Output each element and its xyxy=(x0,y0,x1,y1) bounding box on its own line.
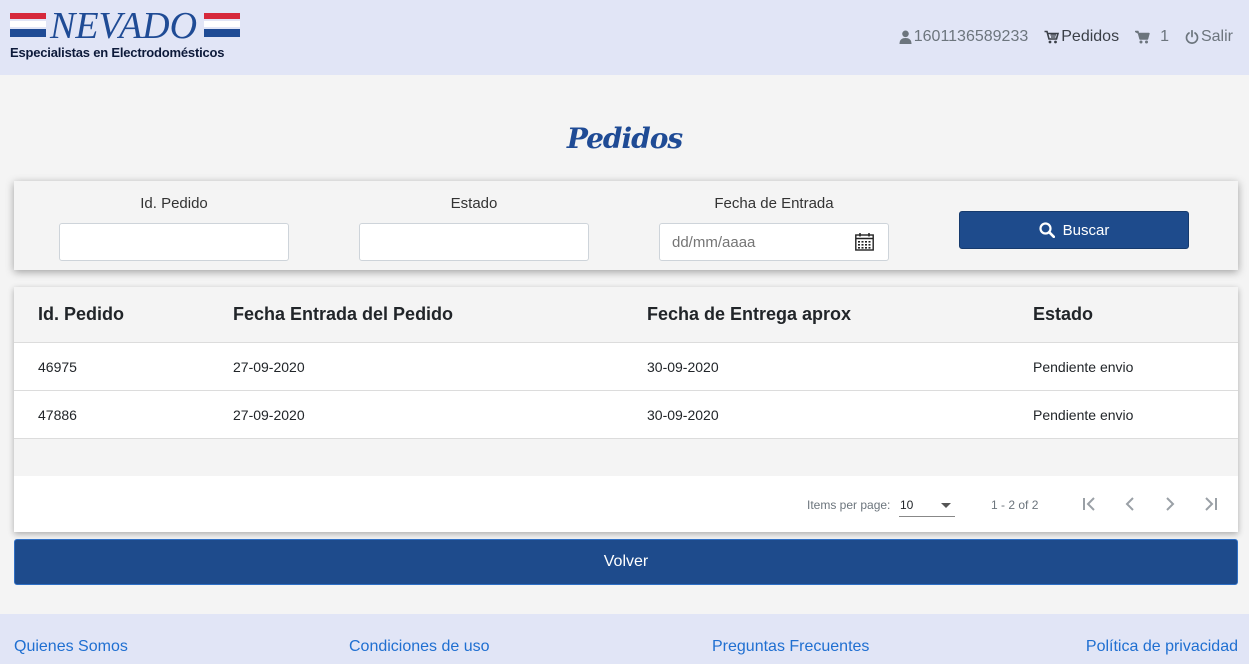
chevron-right-icon xyxy=(1166,497,1175,511)
shopping-cart-icon xyxy=(1135,30,1150,44)
order-id-label: Id. Pedido xyxy=(140,195,208,212)
previous-page-button[interactable] xyxy=(1118,492,1142,516)
user-account[interactable]: 1601136589233 xyxy=(899,28,1029,46)
logout-label: Salir xyxy=(1200,28,1233,45)
order-id-input[interactable] xyxy=(60,224,288,260)
cell-delivery-date: 30-09-2020 xyxy=(647,359,719,375)
first-page-icon xyxy=(1083,497,1095,511)
cart-count: 1 xyxy=(1160,28,1169,45)
date-filter: Fecha de Entrada xyxy=(659,195,889,261)
top-nav: 1601136589233 Pedidos 1 Salir xyxy=(899,28,1233,46)
footer-link-privacidad[interactable]: Política de privacidad xyxy=(1086,638,1238,656)
chevron-left-icon xyxy=(1125,497,1134,511)
nevado-logo[interactable]: NEVADO Especialistas en Electrodoméstico… xyxy=(10,6,242,62)
user-id: 1601136589233 xyxy=(913,28,1029,45)
logo-wordmark: NEVADO xyxy=(50,5,198,47)
last-page-button[interactable] xyxy=(1198,492,1222,516)
cell-order-id: 47886 xyxy=(38,407,77,423)
cell-entry-date: 27-09-2020 xyxy=(233,407,305,423)
nav-pedidos-link[interactable]: Pedidos xyxy=(1044,28,1119,46)
table-footer-spacer xyxy=(14,439,1238,476)
search-button-label: Buscar xyxy=(1062,221,1110,239)
logo-stripe xyxy=(10,21,46,27)
cell-order-id: 46975 xyxy=(38,359,77,375)
search-button[interactable]: Buscar xyxy=(959,211,1189,249)
next-page-button[interactable] xyxy=(1158,492,1182,516)
power-icon xyxy=(1185,30,1199,44)
footer: Quienes Somos Condiciones de uso Pregunt… xyxy=(0,614,1249,664)
footer-link-condiciones[interactable]: Condiciones de uso xyxy=(349,638,490,656)
status-label: Estado xyxy=(450,195,498,212)
back-button[interactable]: Volver xyxy=(14,539,1238,585)
date-box xyxy=(659,223,889,261)
table-row[interactable]: 46975 27-09-2020 30-09-2020 Pendiente en… xyxy=(14,343,1238,391)
items-per-page-value: 10 xyxy=(900,498,914,512)
nav-pedidos-label: Pedidos xyxy=(1061,28,1120,45)
logo-stripe xyxy=(10,29,46,37)
cart-link[interactable]: 1 xyxy=(1135,28,1169,46)
status-input[interactable] xyxy=(360,224,588,260)
footer-link-quienes-somos[interactable]: Quienes Somos xyxy=(14,638,128,656)
items-per-page-label: Items per page: xyxy=(807,498,891,512)
column-header-delivery-date[interactable]: Fecha de Entrega aprox xyxy=(647,304,851,325)
page-title: Pedidos xyxy=(566,122,683,155)
cell-entry-date: 27-09-2020 xyxy=(233,359,305,375)
items-per-page-select[interactable]: 10 xyxy=(899,495,955,517)
logo-stripe xyxy=(204,13,240,19)
column-header-status[interactable]: Estado xyxy=(1033,304,1093,325)
order-id-filter: Id. Pedido xyxy=(59,195,289,261)
column-header-entry-date[interactable]: Fecha Entrada del Pedido xyxy=(233,304,453,325)
page-range-label: 1 - 2 of 2 xyxy=(991,498,1039,512)
logo-stripe xyxy=(204,21,240,27)
filter-card: Id. Pedido Estado Fecha de Entrada dd/mm… xyxy=(14,181,1238,270)
logo-tagline: Especialistas en Electrodomésticos xyxy=(10,45,225,60)
logo-stripe xyxy=(204,29,240,37)
table-header: Id. Pedido Fecha Entrada del Pedido Fech… xyxy=(14,287,1238,343)
cell-status: Pendiente envio xyxy=(1033,359,1134,375)
dropdown-caret-icon xyxy=(941,503,951,508)
header: NEVADO Especialistas en Electrodoméstico… xyxy=(0,0,1249,75)
cart-list-icon xyxy=(1044,30,1060,44)
footer-link-faq[interactable]: Preguntas Frecuentes xyxy=(712,638,869,656)
date-input[interactable] xyxy=(660,224,888,260)
logout-link[interactable]: Salir xyxy=(1185,28,1233,46)
cell-status: Pendiente envio xyxy=(1033,407,1134,423)
cell-delivery-date: 30-09-2020 xyxy=(647,407,719,423)
user-icon xyxy=(899,30,912,44)
search-icon xyxy=(1039,222,1055,238)
last-page-icon xyxy=(1205,497,1217,511)
paginator: Items per page: 10 1 - 2 of 2 xyxy=(14,476,1238,532)
status-filter: Estado xyxy=(359,195,589,261)
status-box xyxy=(359,223,589,261)
order-id-box xyxy=(59,223,289,261)
table-row[interactable]: 47886 27-09-2020 30-09-2020 Pendiente en… xyxy=(14,391,1238,439)
logo-stripe xyxy=(10,13,46,19)
calendar-icon[interactable] xyxy=(855,233,874,251)
column-header-id[interactable]: Id. Pedido xyxy=(38,304,124,325)
orders-table: Id. Pedido Fecha Entrada del Pedido Fech… xyxy=(14,287,1238,532)
date-label: Fecha de Entrada xyxy=(714,195,834,212)
first-page-button[interactable] xyxy=(1078,492,1102,516)
